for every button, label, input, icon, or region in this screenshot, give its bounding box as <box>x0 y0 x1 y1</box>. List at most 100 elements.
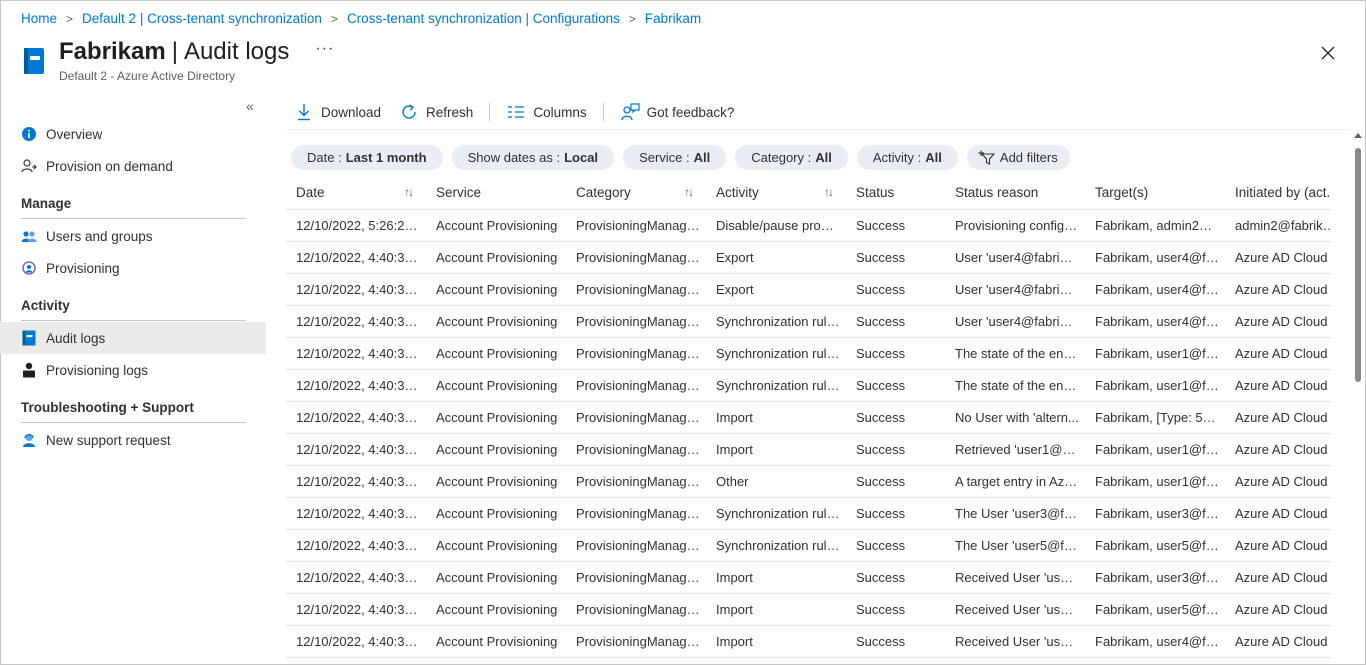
sidebar-item-audit-logs[interactable]: Audit logs <box>0 322 266 354</box>
table-row[interactable]: 12/10/2022, 4:40:33 ... Account Provision… <box>286 529 1331 562</box>
scroll-up-icon[interactable] <box>1354 133 1362 138</box>
table-row[interactable]: 12/10/2022, 4:40:37 ... Account Provision… <box>286 273 1331 306</box>
filter-key: Activity : <box>872 150 922 165</box>
cell-date: 12/10/2022, 4:40:37 ... <box>286 241 426 274</box>
cell-date: 12/10/2022, 4:40:34 ... <box>286 465 426 498</box>
column-header-date[interactable]: Date ↑↓ <box>286 176 426 210</box>
breadcrumb-fabrikam[interactable]: Fabrikam <box>645 11 701 26</box>
column-header-initiated-by[interactable]: Initiated by (act... <box>1225 176 1331 210</box>
table-body: 12/10/2022, 5:26:25 ... Account Provision… <box>286 209 1331 658</box>
add-filters-label: Add filters <box>999 150 1058 165</box>
cell-status-reason: The state of the entr... <box>945 337 1085 370</box>
add-filters-button[interactable]: Add filters <box>966 145 1070 170</box>
table-row[interactable]: 12/10/2022, 4:40:33 ... Account Provision… <box>286 625 1331 658</box>
filter-value: Last 1 month <box>345 150 427 165</box>
cell-service: Account Provisioning <box>426 529 566 562</box>
feedback-button[interactable]: Got feedback? <box>616 102 739 122</box>
columns-icon <box>506 102 526 122</box>
column-header-service[interactable]: Service <box>426 176 566 210</box>
cell-activity: Synchronization rule ... <box>706 529 846 562</box>
cell-category: ProvisioningManage... <box>566 401 706 434</box>
support-person-icon <box>21 432 37 448</box>
table-row[interactable]: 12/10/2022, 4:40:34 ... Account Provision… <box>286 401 1331 434</box>
cell-category: ProvisioningManage... <box>566 625 706 658</box>
cell-category: ProvisioningManage... <box>566 337 706 370</box>
cell-activity: Import <box>706 561 846 594</box>
cell-targets: Fabrikam, admin2@f... <box>1085 209 1225 242</box>
more-options-button[interactable]: ··· <box>315 40 334 58</box>
column-header-status[interactable]: Status <box>846 176 945 210</box>
filter-key: Service : <box>639 150 690 165</box>
page-title: Fabrikam | Audit logs ··· <box>59 38 334 66</box>
sidebar-item-new-support-request[interactable]: New support request <box>0 424 266 456</box>
table-row[interactable]: 12/10/2022, 4:40:33 ... Account Provision… <box>286 593 1331 626</box>
column-header-status-reason[interactable]: Status reason <box>945 176 1085 210</box>
close-icon[interactable] <box>1319 44 1337 62</box>
table-row[interactable]: 12/10/2022, 4:40:34 ... Account Provision… <box>286 337 1331 370</box>
book-icon <box>21 330 37 346</box>
filter-pill-activity[interactable]: Activity : All <box>856 145 958 170</box>
sort-icon[interactable]: ↑↓ <box>404 185 414 199</box>
filter-pill-category[interactable]: Category : All <box>735 145 848 170</box>
filter-value: All <box>925 150 942 165</box>
sidebar-item-label: New support request <box>46 432 171 448</box>
section-divider <box>21 218 246 219</box>
filter-pill-show-dates-as[interactable]: Show dates as : Local <box>451 145 615 170</box>
add-filter-icon <box>977 150 997 166</box>
cell-status-reason: The state of the entr... <box>945 369 1085 402</box>
cell-activity: Disable/pause provis... <box>706 209 846 242</box>
breadcrumb-home[interactable]: Home <box>21 11 57 26</box>
table-row[interactable]: 12/10/2022, 4:40:34 ... Account Provision… <box>286 305 1331 338</box>
cell-category: ProvisioningManage... <box>566 209 706 242</box>
download-label: Download <box>321 104 382 120</box>
filter-pill-service[interactable]: Service : All <box>623 145 727 170</box>
cell-activity: Synchronization rule ... <box>706 497 846 530</box>
table-row[interactable]: 12/10/2022, 4:40:34 ... Account Provision… <box>286 465 1331 498</box>
column-header-activity[interactable]: Activity ↑↓ <box>706 176 846 210</box>
breadcrumb-separator: > <box>66 11 74 26</box>
sidebar-item-provisioning-logs[interactable]: Provisioning logs <box>0 354 266 386</box>
cell-service: Account Provisioning <box>426 369 566 402</box>
cell-status-reason: User 'user4@fabrika... <box>945 273 1085 306</box>
cell-activity: Export <box>706 273 846 306</box>
sidebar-item-label: Provision on demand <box>46 158 173 174</box>
filter-pill-date[interactable]: Date : Last 1 month <box>291 145 443 170</box>
cell-date: 12/10/2022, 4:40:34 ... <box>286 305 426 338</box>
table-row[interactable]: 12/10/2022, 4:40:34 ... Account Provision… <box>286 369 1331 402</box>
sidebar-item-label: Provisioning <box>46 260 120 276</box>
table-row[interactable]: 12/10/2022, 4:40:33 ... Account Provision… <box>286 561 1331 594</box>
cell-activity: Other <box>706 465 846 498</box>
breadcrumb-configurations[interactable]: Cross-tenant synchronization | Configura… <box>347 11 620 26</box>
cell-service: Account Provisioning <box>426 497 566 530</box>
refresh-label: Refresh <box>426 104 474 120</box>
sidebar-item-users-and-groups[interactable]: Users and groups <box>0 220 266 252</box>
scrollbar-thumb[interactable] <box>1355 148 1361 382</box>
table-row[interactable]: 12/10/2022, 4:40:37 ... Account Provision… <box>286 241 1331 274</box>
breadcrumb-separator: > <box>330 11 338 26</box>
columns-button[interactable]: Columns <box>502 102 590 122</box>
table-row[interactable]: 12/10/2022, 5:26:25 ... Account Provision… <box>286 209 1331 242</box>
refresh-button[interactable]: Refresh <box>395 102 477 122</box>
table-row[interactable]: 12/10/2022, 4:40:34 ... Account Provision… <box>286 433 1331 466</box>
cell-status-reason: Received User 'user3... <box>945 561 1085 594</box>
sort-icon[interactable]: ↑↓ <box>684 185 694 199</box>
filter-value: All <box>815 150 832 165</box>
cell-category: ProvisioningManage... <box>566 497 706 530</box>
collapse-sidebar-icon[interactable]: « <box>246 98 254 114</box>
breadcrumb-separator: > <box>628 11 636 26</box>
cell-targets: Fabrikam, [Type: 5, Id... <box>1085 401 1225 434</box>
vertical-scrollbar[interactable] <box>1352 130 1364 665</box>
sidebar-item-provision-on-demand[interactable]: Provision on demand <box>0 150 266 182</box>
cell-status-reason: A target entry in Azu... <box>945 465 1085 498</box>
table-row[interactable]: 12/10/2022, 4:40:33 ... Account Provision… <box>286 497 1331 530</box>
sidebar-item-provisioning[interactable]: Provisioning <box>0 252 266 284</box>
sidebar-item-overview[interactable]: Overview <box>0 118 266 150</box>
breadcrumb-tenant-sync[interactable]: Default 2 | Cross-tenant synchronization <box>82 11 322 26</box>
sort-icon[interactable]: ↑↓ <box>824 185 834 199</box>
cell-targets: Fabrikam, user5@fab... <box>1085 529 1225 562</box>
cell-status-reason: Retrieved 'user1@fa... <box>945 433 1085 466</box>
download-button[interactable]: Download <box>290 102 385 122</box>
cell-category: ProvisioningManage... <box>566 241 706 274</box>
column-header-category[interactable]: Category ↑↓ <box>566 176 706 210</box>
column-header-targets[interactable]: Target(s) <box>1085 176 1225 210</box>
